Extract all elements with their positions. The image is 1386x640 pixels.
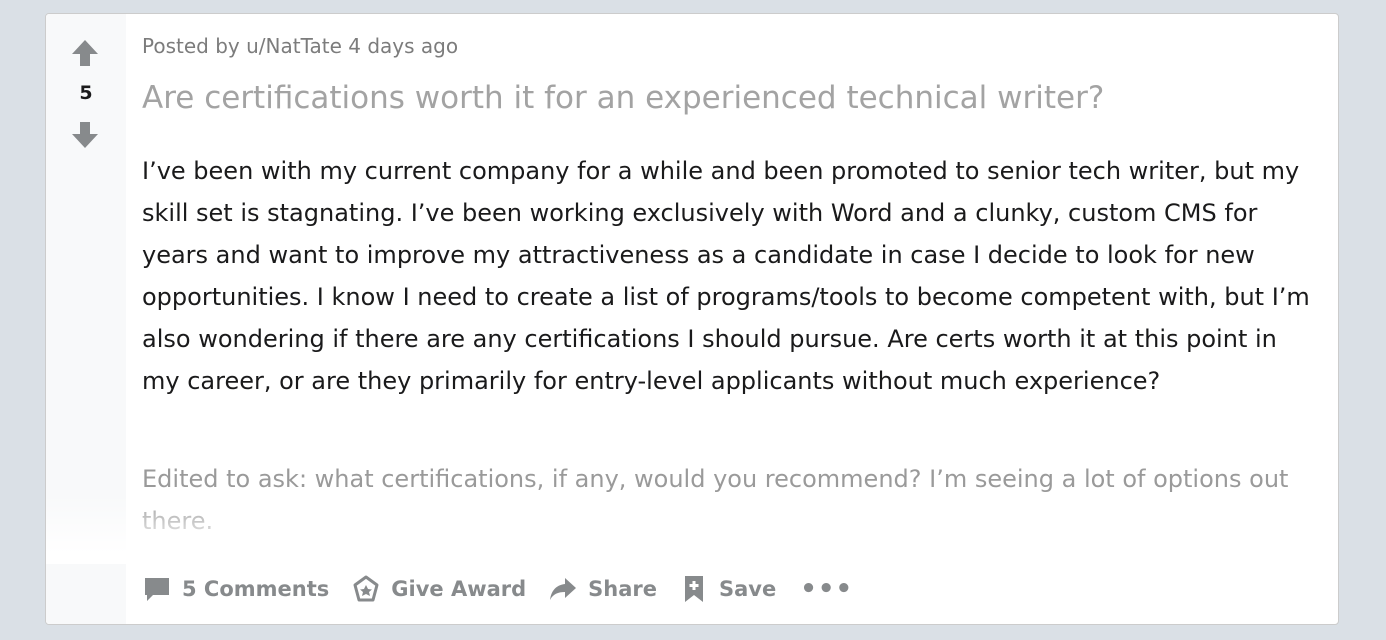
content-fade-overlay — [46, 494, 1338, 564]
comments-button[interactable]: 5 Comments — [142, 574, 329, 604]
vote-count: 5 — [79, 82, 93, 104]
upvote-arrow-icon[interactable] — [71, 39, 99, 67]
give-award-label: Give Award — [391, 577, 527, 601]
downvote-arrow-icon[interactable] — [71, 121, 99, 149]
comment-bubble-icon — [142, 574, 172, 604]
post-body: I’ve been with my current company for a … — [142, 157, 1310, 395]
award-icon — [351, 574, 381, 604]
save-label: Save — [719, 577, 777, 601]
post-meta[interactable]: Posted by u/NatTate 4 days ago — [142, 34, 458, 58]
post-actions-bar: 5 Comments Give Award Share Save ••• — [142, 574, 853, 604]
give-award-button[interactable]: Give Award — [351, 574, 526, 604]
bookmark-icon — [679, 574, 709, 604]
share-label: Share — [588, 577, 658, 601]
save-button[interactable]: Save — [679, 574, 776, 604]
more-options-button[interactable]: ••• — [800, 574, 853, 604]
comments-label: 5 Comments — [182, 577, 330, 601]
share-button[interactable]: Share — [548, 574, 657, 604]
post-card: 5 Posted by u/NatTate 4 days ago Are cer… — [45, 13, 1339, 625]
post-title[interactable]: Are certifications worth it for an exper… — [142, 80, 1104, 116]
share-arrow-icon — [548, 574, 578, 604]
